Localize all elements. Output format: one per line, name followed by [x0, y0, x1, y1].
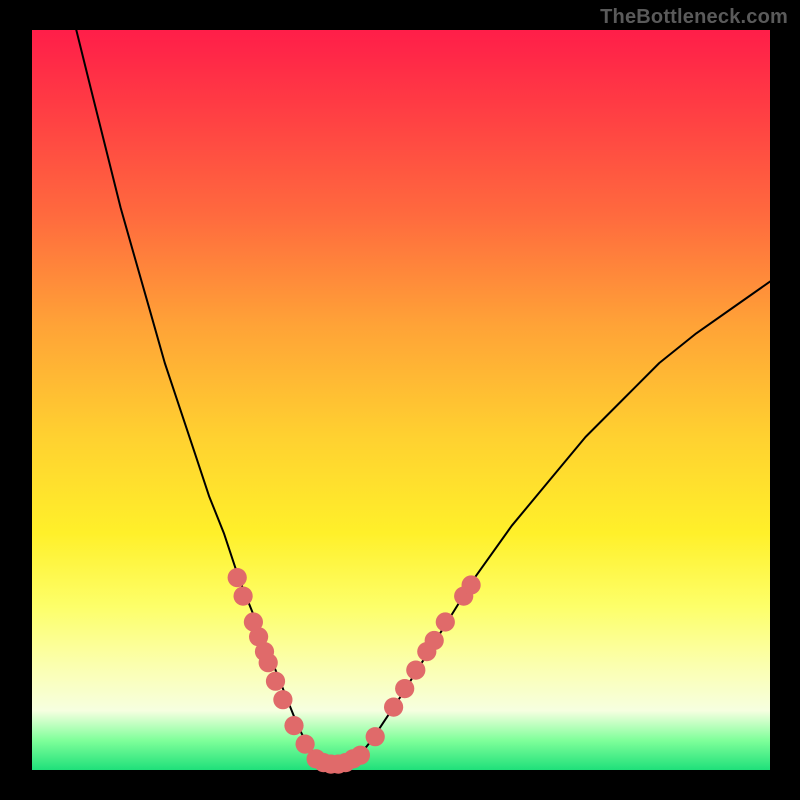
plot-area [32, 30, 770, 770]
marker-dot [234, 587, 253, 606]
curve-markers [228, 568, 481, 774]
marker-dot [395, 679, 414, 698]
marker-dot [462, 575, 481, 594]
marker-dot [273, 690, 292, 709]
marker-dot [228, 568, 247, 587]
marker-dot [351, 746, 370, 765]
marker-dot [259, 653, 278, 672]
marker-dot [384, 698, 403, 717]
watermark-text: TheBottleneck.com [600, 6, 788, 29]
marker-dot [366, 727, 385, 746]
marker-dot [266, 672, 285, 691]
marker-dot [436, 612, 455, 631]
marker-dot [406, 661, 425, 680]
chart-svg [32, 30, 770, 770]
marker-dot [425, 631, 444, 650]
marker-dot [284, 716, 303, 735]
chart-frame: TheBottleneck.com [0, 0, 800, 800]
